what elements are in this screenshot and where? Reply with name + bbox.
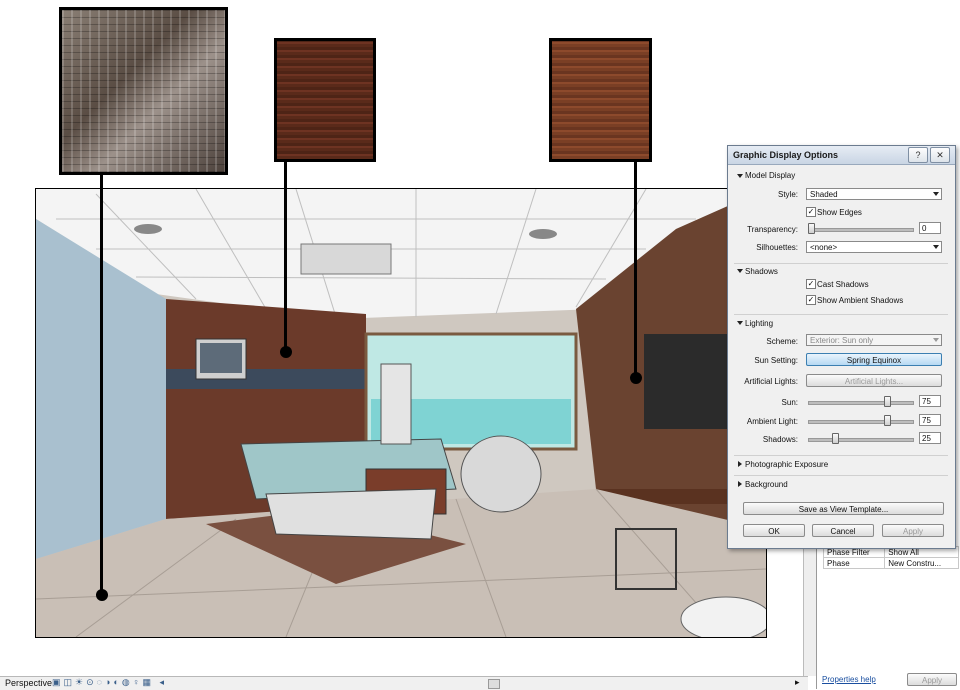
show-edges-checkbox[interactable]: ✓: [806, 207, 816, 217]
view-type-label: Perspective: [5, 678, 53, 688]
properties-help-link[interactable]: Properties help: [822, 675, 876, 684]
expand-icon[interactable]: [738, 481, 742, 487]
shadows-intensity-label: Shadows:: [762, 435, 798, 444]
section-header[interactable]: Model Display: [745, 171, 795, 180]
ambient-light-slider-thumb[interactable]: [884, 415, 891, 426]
ambient-shadows-label: Show Ambient Shadows: [817, 296, 904, 305]
properties-panel: Phase Filter Show All Phase New Constru.…: [816, 540, 960, 689]
chevron-down-icon: [933, 245, 939, 249]
ambient-light-label: Ambient Light:: [746, 417, 798, 426]
carpet-leader-line: [100, 175, 103, 595]
lighting-section: Lighting: [734, 314, 948, 328]
shadows-input[interactable]: 25: [919, 432, 941, 444]
ambient-shadows-checkbox[interactable]: ✓: [806, 295, 816, 305]
ambient-light-slider[interactable]: [808, 420, 914, 424]
properties-table: Phase Filter Show All Phase New Constru.…: [822, 546, 959, 569]
horizontal-scroll-thumb[interactable]: [488, 679, 500, 689]
perspective-viewport[interactable]: [35, 188, 767, 638]
sun-setting-button[interactable]: Spring Equinox: [806, 353, 942, 366]
light-wood-leader-dot: [630, 372, 642, 384]
style-value: Shaded: [810, 190, 838, 199]
properties-apply-button[interactable]: Apply: [907, 673, 957, 686]
transparency-label: Transparency:: [747, 225, 798, 234]
section-header[interactable]: Shadows: [745, 267, 778, 276]
style-label: Style:: [777, 190, 798, 199]
scroll-right-icon[interactable]: ▸: [795, 677, 800, 688]
dark-wood-leader-line: [284, 162, 287, 352]
dark-wood-material-swatch: [274, 38, 376, 162]
section-header[interactable]: Lighting: [745, 319, 773, 328]
section-header[interactable]: Background: [745, 480, 788, 489]
transparency-slider[interactable]: [808, 228, 914, 232]
shadows-slider[interactable]: [808, 438, 914, 442]
collapse-icon[interactable]: [737, 174, 743, 178]
shadows-slider-thumb[interactable]: [832, 433, 839, 444]
show-edges-label: Show Edges: [817, 208, 862, 217]
sun-setting-label: Sun Setting:: [754, 356, 798, 365]
expand-icon[interactable]: [738, 461, 742, 467]
cancel-button[interactable]: Cancel: [812, 524, 874, 537]
transparency-slider-thumb[interactable]: [808, 223, 815, 234]
photographic-exposure-section: Photographic Exposure: [734, 455, 948, 469]
dialog-title: Graphic Display Options: [733, 150, 839, 160]
section-header[interactable]: Photographic Exposure: [745, 460, 828, 469]
carpet-leader-dot: [96, 589, 108, 601]
artificial-lights-label: Artificial Lights:: [744, 377, 798, 386]
view-control-icons[interactable]: ▣◫☀⊙◌◑◐◍♀▦ ◂: [52, 677, 167, 688]
sun-label: Sun:: [781, 398, 798, 407]
close-button[interactable]: ✕: [930, 147, 950, 163]
dark-wood-leader-dot: [280, 346, 292, 358]
table-row[interactable]: Phase New Constru...: [822, 557, 959, 569]
silhouettes-dropdown[interactable]: <none>: [806, 241, 942, 253]
collapse-icon[interactable]: [737, 269, 743, 273]
light-wood-leader-line: [634, 162, 637, 377]
help-button[interactable]: ?: [908, 147, 928, 163]
dialog-title-bar[interactable]: Graphic Display Options ? ✕: [728, 146, 955, 165]
sun-slider[interactable]: [808, 401, 914, 405]
collapse-icon[interactable]: [737, 321, 743, 325]
light-wood-material-swatch: [549, 38, 652, 162]
shadows-section: Shadows: [734, 263, 948, 276]
chevron-down-icon: [933, 192, 939, 196]
ok-button[interactable]: OK: [743, 524, 805, 537]
property-value[interactable]: New Constru...: [884, 557, 959, 569]
cast-shadows-checkbox[interactable]: ✓: [806, 279, 816, 289]
save-as-view-template-button[interactable]: Save as View Template...: [743, 502, 944, 515]
artificial-lights-button[interactable]: Artificial Lights...: [806, 374, 942, 387]
scheme-dropdown[interactable]: Exterior: Sun only: [806, 334, 942, 346]
property-name: Phase: [822, 557, 886, 569]
silhouettes-value: <none>: [810, 243, 838, 252]
view-control-bar: Perspective ▣◫☀⊙◌◑◐◍♀▦ ◂ ▸: [0, 676, 808, 690]
scheme-value: Exterior: Sun only: [810, 336, 874, 345]
silhouettes-label: Silhouettes:: [756, 243, 798, 252]
graphic-display-options-dialog: Graphic Display Options ? ✕ Model Displa…: [727, 145, 956, 549]
chevron-down-icon: [933, 338, 939, 342]
cast-shadows-label: Cast Shadows: [817, 280, 869, 289]
style-dropdown[interactable]: Shaded: [806, 188, 942, 200]
transparency-input[interactable]: 0: [919, 222, 941, 234]
background-section: Background: [734, 475, 948, 489]
ambient-light-input[interactable]: 75: [919, 414, 941, 426]
hospital-room-render: [36, 189, 766, 637]
carpet-material-swatch: [59, 7, 228, 175]
scheme-label: Scheme:: [766, 337, 798, 346]
apply-button[interactable]: Apply: [882, 524, 944, 537]
sun-slider-thumb[interactable]: [884, 396, 891, 407]
sun-input[interactable]: 75: [919, 395, 941, 407]
